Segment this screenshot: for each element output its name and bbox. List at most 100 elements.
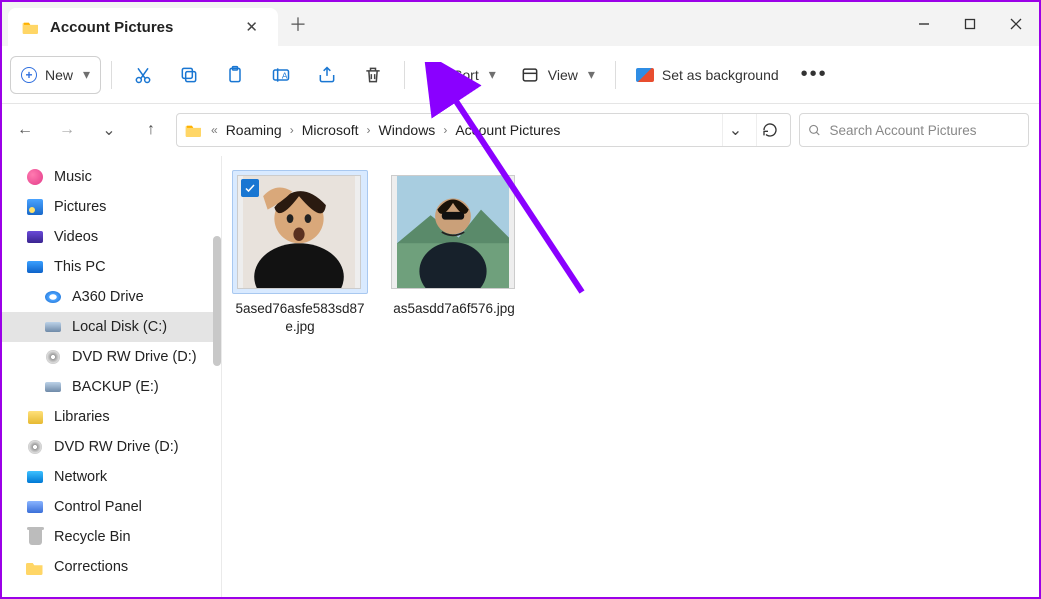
maximize-button[interactable] [947,2,993,46]
picture-icon [26,198,44,216]
folder-icon [26,558,44,576]
video-icon [26,228,44,246]
navigation-sidebar[interactable]: Music Pictures Videos This PC A360 Drive Loca… [2,156,222,597]
chevron-down-icon: ▾ [83,66,90,83]
sidebar-item[interactable]: Corrections [2,552,221,582]
sidebar-item[interactable]: Music [2,162,221,192]
sidebar-item-label: Local Disk (C:) [72,319,167,335]
new-button[interactable]: + New ▾ [10,56,101,94]
breadcrumb-item[interactable]: Windows [379,122,436,138]
paste-button[interactable] [214,56,256,94]
command-toolbar: + New ▾ A Sort ▾ View ▾ Set as backgroun… [2,46,1039,104]
plus-icon: + [21,67,37,83]
sidebar-item-label: This PC [54,259,106,275]
nav-forward-button[interactable]: → [50,113,84,147]
file-name-label: 5ased76asfe583sd87e.jpg [232,300,368,335]
sidebar-item[interactable]: Libraries [2,402,221,432]
share-button[interactable] [306,56,348,94]
window-controls [901,2,1039,46]
nav-back-button[interactable]: ← [8,113,42,147]
address-bar-row: ← → ⌄ ↑ « Roaming › Microsoft › Windows … [2,104,1039,156]
sidebar-item[interactable]: A360 Drive [2,282,221,312]
tab-title: Account Pictures [50,19,173,36]
sidebar-item[interactable]: Recycle Bin [2,522,221,552]
set-bg-label: Set as background [662,67,779,83]
background-icon [636,68,654,82]
search-icon [808,123,821,138]
title-bar: Account Pictures ✕ ＋ [2,2,1039,46]
sidebar-item[interactable]: Pictures [2,192,221,222]
sidebar-item-label: BACKUP (E:) [72,379,159,395]
sidebar-item[interactable]: DVD RW Drive (D:) [2,342,221,372]
address-dropdown[interactable]: ⌄ [722,114,748,146]
svg-text:A: A [282,70,288,80]
cut-button[interactable] [122,56,164,94]
chevron-down-icon: ▾ [588,66,595,83]
breadcrumb-overflow[interactable]: « [211,123,218,137]
sidebar-item[interactable]: Local Disk (C:) [2,312,221,342]
view-button[interactable]: View ▾ [510,56,605,94]
sidebar-item-label: Control Panel [54,499,142,515]
refresh-button[interactable] [756,114,782,146]
sidebar-item-label: Network [54,469,107,485]
set-background-button[interactable]: Set as background [626,56,789,94]
drive-icon [44,378,62,396]
sidebar-item[interactable]: BACKUP (E:) [2,372,221,402]
a360-icon [44,288,62,306]
chevron-down-icon: ▾ [489,66,496,83]
net-icon [26,468,44,486]
drive-icon [44,318,62,336]
nav-recent-button[interactable]: ⌄ [92,113,126,147]
search-input[interactable] [829,123,1020,138]
minimize-button[interactable] [901,2,947,46]
folder-icon [185,123,203,137]
breadcrumb-item[interactable]: Account Pictures [455,122,560,138]
sort-icon [425,65,445,85]
selected-checkmark-icon [241,179,259,197]
dvd-icon [26,438,44,456]
sidebar-item-label: Libraries [54,409,110,425]
close-window-button[interactable] [993,2,1039,46]
view-icon [520,65,540,85]
sidebar-item[interactable]: Control Panel [2,492,221,522]
scrollbar-thumb[interactable] [213,236,221,366]
bin-icon [26,528,44,546]
rename-button[interactable]: A [260,56,302,94]
explorer-tab[interactable]: Account Pictures ✕ [8,8,278,46]
sidebar-item[interactable]: This PC [2,252,221,282]
copy-button[interactable] [168,56,210,94]
sidebar-item-label: Pictures [54,199,106,215]
sidebar-item[interactable]: Network [2,462,221,492]
delete-button[interactable] [352,56,394,94]
breadcrumb[interactable]: « Roaming › Microsoft › Windows › Accoun… [176,113,791,147]
sidebar-item[interactable]: Videos [2,222,221,252]
file-item[interactable]: 5ased76asfe583sd87e.jpg [232,170,368,335]
cpl-icon [26,498,44,516]
sidebar-item-label: A360 Drive [72,289,144,305]
sidebar-item-label: DVD RW Drive (D:) [54,439,179,455]
file-thumbnail [391,175,515,289]
sidebar-item-label: Videos [54,229,98,245]
view-label: View [548,67,578,83]
sidebar-item-label: Music [54,169,92,185]
nav-up-button[interactable]: ↑ [134,113,168,147]
file-item[interactable]: as5asdd7a6f576.jpg [386,170,522,318]
sidebar-item-label: DVD RW Drive (D:) [72,349,197,365]
sort-button[interactable]: Sort ▾ [415,56,506,94]
breadcrumb-item[interactable]: Microsoft [302,122,359,138]
new-tab-button[interactable]: ＋ [278,2,318,46]
sidebar-item[interactable]: DVD RW Drive (D:) [2,432,221,462]
sort-label: Sort [453,67,479,83]
file-content-area[interactable]: 5ased76asfe583sd87e.jpg as5asdd7a6f576.jp… [222,156,1039,597]
folder-icon [22,20,40,34]
search-box[interactable] [799,113,1029,147]
sidebar-item-label: Recycle Bin [54,529,131,545]
lib-icon [26,408,44,426]
pc-icon [26,258,44,276]
breadcrumb-item[interactable]: Roaming [226,122,282,138]
file-name-label: as5asdd7a6f576.jpg [386,300,522,318]
dvd-icon [44,348,62,366]
music-icon [26,168,44,186]
more-options-button[interactable]: ••• [793,56,836,94]
close-tab-button[interactable]: ✕ [239,14,264,40]
